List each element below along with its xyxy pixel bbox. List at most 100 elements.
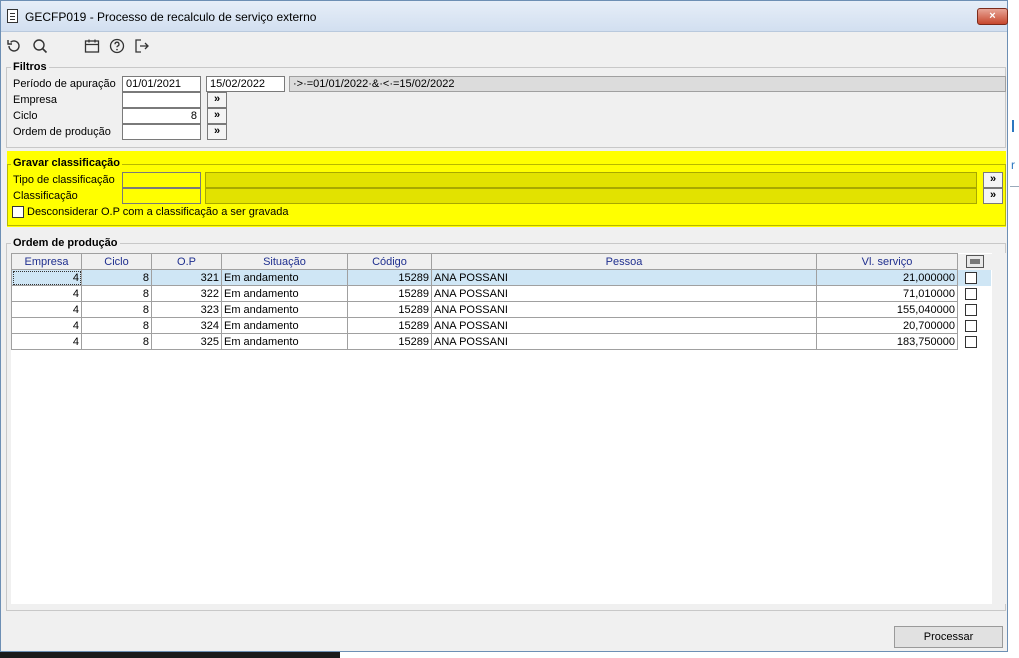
cell-empresa[interactable]: 4 <box>11 301 82 318</box>
classificacao-description <box>205 188 977 204</box>
ordem-label: Ordem de produção <box>13 126 111 138</box>
cell-codigo[interactable]: 15289 <box>347 333 432 350</box>
grid-scrollbar-area[interactable] <box>992 253 1006 604</box>
cell-op[interactable]: 322 <box>151 285 222 302</box>
periodo-label: Período de apuração <box>13 78 116 90</box>
desconsiderar-checkbox[interactable] <box>12 206 24 218</box>
column-header-pessoa[interactable]: Pessoa <box>431 253 817 270</box>
ciclo-lookup-button[interactable]: » <box>207 108 227 124</box>
column-header-empresa[interactable]: Empresa <box>11 253 82 270</box>
cell-empresa[interactable]: 4 <box>11 317 82 334</box>
ciclo-label: Ciclo <box>13 110 38 122</box>
cell-codigo[interactable]: 15289 <box>347 317 432 334</box>
row-checkbox[interactable] <box>965 287 977 300</box>
exit-icon[interactable] <box>133 37 151 55</box>
empresa-field[interactable] <box>122 92 201 108</box>
filtros-legend: Filtros <box>11 61 49 73</box>
classificacao-label: Classificação <box>13 190 78 202</box>
column-header-ciclo[interactable]: Ciclo <box>81 253 152 270</box>
cell-valor[interactable]: 183,750000 <box>816 333 958 350</box>
column-header-valor[interactable]: Vl. serviço <box>816 253 958 270</box>
ordem-lookup-button[interactable]: » <box>207 124 227 140</box>
ordem-table: Empresa Ciclo O.P Situação Código Pessoa… <box>11 253 992 350</box>
select-all-header[interactable] <box>957 253 992 270</box>
cell-pessoa[interactable]: ANA POSSANI <box>431 285 817 302</box>
empresa-lookup-button[interactable]: » <box>207 92 227 108</box>
cell-op[interactable]: 325 <box>151 333 222 350</box>
table-row[interactable]: 4 8 321 Em andamento 15289 ANA POSSANI 2… <box>11 269 992 286</box>
cell-situacao[interactable]: Em andamento <box>221 333 348 350</box>
title-bar[interactable]: GECFP019 - Processo de recalculo de serv… <box>1 1 1008 32</box>
row-checkbox[interactable] <box>965 271 977 284</box>
tipo-classificacao-description <box>205 172 977 188</box>
tipo-classificacao-field[interactable] <box>122 172 201 188</box>
cell-codigo[interactable]: 15289 <box>347 301 432 318</box>
ciclo-field[interactable]: 8 <box>122 108 201 124</box>
table-row[interactable]: 4 8 325 Em andamento 15289 ANA POSSANI 1… <box>11 333 992 350</box>
gravar-legend: Gravar classificação <box>11 157 123 169</box>
column-header-situacao[interactable]: Situação <box>221 253 348 270</box>
empresa-label: Empresa <box>13 94 58 106</box>
cell-op[interactable]: 324 <box>151 317 222 334</box>
cell-pessoa[interactable]: ANA POSSANI <box>431 301 817 318</box>
cell-ciclo[interactable]: 8 <box>81 301 152 318</box>
cell-pessoa[interactable]: ANA POSSANI <box>431 317 817 334</box>
cell-codigo[interactable]: 15289 <box>347 285 432 302</box>
cell-select <box>957 285 992 302</box>
window-title: GECFP019 - Processo de recalculo de serv… <box>25 10 317 24</box>
row-checkbox[interactable] <box>965 335 977 348</box>
cell-op[interactable]: 323 <box>151 301 222 318</box>
cell-situacao[interactable]: Em andamento <box>221 285 348 302</box>
cell-empresa[interactable]: 4 <box>11 269 82 286</box>
tipo-classificacao-lookup-button[interactable]: » <box>983 172 1003 188</box>
cell-situacao[interactable]: Em andamento <box>221 317 348 334</box>
taskbar-strip <box>0 652 340 658</box>
table-row[interactable]: 4 8 323 Em andamento 15289 ANA POSSANI 1… <box>11 301 992 318</box>
periodo-fim-field[interactable]: 15/02/2022 <box>206 76 285 92</box>
cell-situacao[interactable]: Em andamento <box>221 269 348 286</box>
cell-op[interactable]: 321 <box>151 269 222 286</box>
cell-ciclo[interactable]: 8 <box>81 285 152 302</box>
cell-ciclo[interactable]: 8 <box>81 269 152 286</box>
cell-pessoa[interactable]: ANA POSSANI <box>431 269 817 286</box>
cell-codigo[interactable]: 15289 <box>347 269 432 286</box>
desconsiderar-label: Desconsiderar O.P com a classificação a … <box>27 206 289 218</box>
column-header-codigo[interactable]: Código <box>347 253 432 270</box>
select-all-icon[interactable] <box>965 255 984 268</box>
ordem-field[interactable] <box>122 124 201 140</box>
cell-valor[interactable]: 21,000000 <box>816 269 958 286</box>
cell-empresa[interactable]: 4 <box>11 285 82 302</box>
document-icon <box>7 9 18 23</box>
cell-ciclo[interactable]: 8 <box>81 333 152 350</box>
periodo-expression: ·>·=01/01/2022·&·<·=15/02/2022 <box>289 76 1006 92</box>
cell-ciclo[interactable]: 8 <box>81 317 152 334</box>
background-window-edge: r <box>1008 0 1019 658</box>
background-mark: r <box>1011 158 1015 172</box>
cell-select <box>957 333 992 350</box>
background-mark <box>1012 120 1014 132</box>
cell-situacao[interactable]: Em andamento <box>221 301 348 318</box>
cell-valor[interactable]: 71,010000 <box>816 285 958 302</box>
refresh-icon[interactable] <box>5 37 23 55</box>
row-checkbox[interactable] <box>965 303 977 316</box>
processar-button[interactable]: Processar <box>894 626 1003 648</box>
table-header-row: Empresa Ciclo O.P Situação Código Pessoa… <box>11 253 992 270</box>
close-button[interactable]: × <box>977 8 1008 25</box>
classificacao-field[interactable] <box>122 188 201 204</box>
row-checkbox[interactable] <box>965 319 977 332</box>
periodo-inicio-field[interactable]: 01/01/2021 <box>122 76 201 92</box>
background-line <box>1010 186 1019 187</box>
calendar-icon[interactable] <box>83 37 101 55</box>
table-row[interactable]: 4 8 322 Em andamento 15289 ANA POSSANI 7… <box>11 285 992 302</box>
cell-valor[interactable]: 155,040000 <box>816 301 958 318</box>
cell-valor[interactable]: 20,700000 <box>816 317 958 334</box>
table-row[interactable]: 4 8 324 Em andamento 15289 ANA POSSANI 2… <box>11 317 992 334</box>
cell-pessoa[interactable]: ANA POSSANI <box>431 333 817 350</box>
help-icon[interactable] <box>108 37 126 55</box>
classificacao-lookup-button[interactable]: » <box>983 188 1003 204</box>
cell-select <box>957 301 992 318</box>
search-icon[interactable] <box>31 37 49 55</box>
cell-empresa[interactable]: 4 <box>11 333 82 350</box>
column-header-op[interactable]: O.P <box>151 253 222 270</box>
cell-select <box>957 269 992 286</box>
